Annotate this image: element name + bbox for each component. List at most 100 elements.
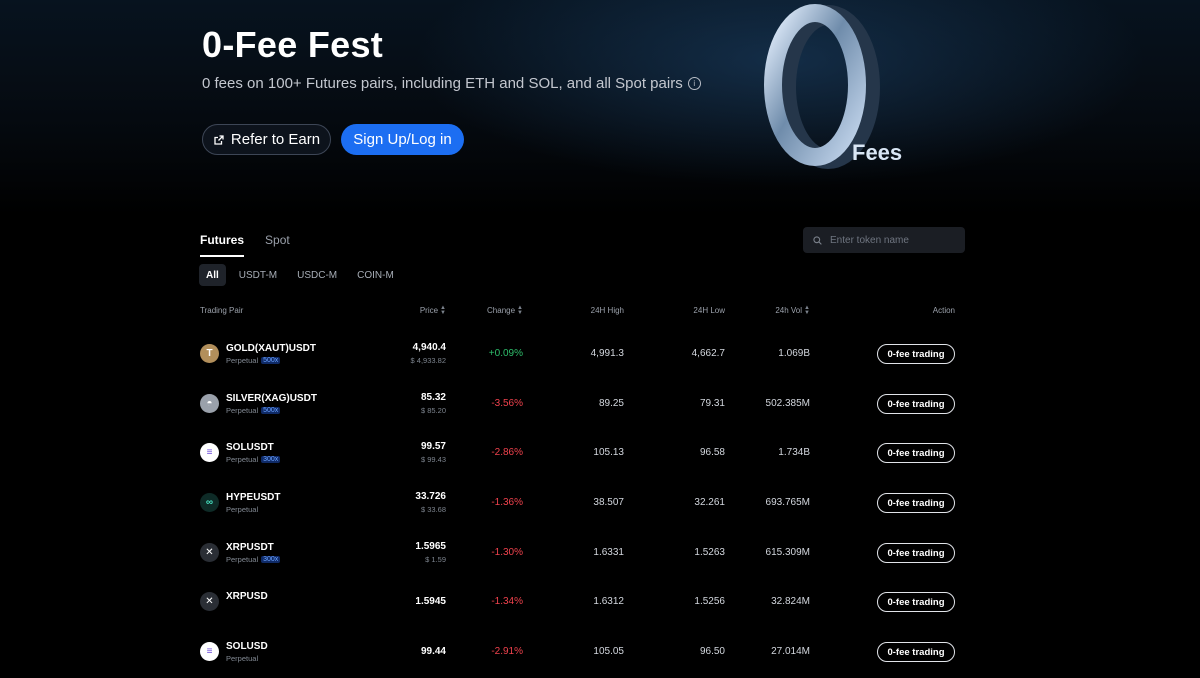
24h-high: 105.05 [593, 646, 624, 657]
column-header-price-label: Price [419, 306, 439, 316]
24h-high: 38.507 [593, 497, 624, 508]
table-row[interactable]: ✕ XRPUSD 1.5945 -1.34% 1.6312 1.5256 32.… [0, 578, 1200, 628]
price-usd: $ 1.59 [425, 555, 446, 564]
refer-to-earn-label: Refer to Earn [230, 131, 321, 148]
page-title: 0-Fee Fest [202, 24, 384, 65]
table-row[interactable]: T GOLD(XAUT)USDT Perpetual 500x 4,940.4 … [0, 330, 1200, 380]
fees-art-label: Fees [852, 140, 902, 165]
contract-type-label: Perpetual [226, 555, 259, 564]
leverage-badge: 500x [261, 357, 281, 364]
xrp-icon: ✕ [200, 592, 219, 611]
24h-high: 1.6331 [593, 547, 624, 558]
hero-subtitle: 0 fees on 100+ Futures pairs, including … [202, 75, 701, 92]
24h-low: 79.31 [699, 398, 725, 409]
24h-high: 1.6312 [593, 596, 624, 607]
filter-all[interactable]: All [199, 264, 226, 286]
pair-name: SOLUSDT [226, 442, 274, 453]
column-header-24h-high-label: 24H High [590, 306, 624, 315]
24h-volume: 615.309M [765, 547, 810, 558]
pair-name: XRPUSDT [226, 542, 274, 553]
24h-volume: 1.734B [778, 447, 810, 458]
price-usd: $ 99.43 [420, 455, 446, 464]
column-header-price[interactable]: Price ▲ ▼ [419, 305, 446, 316]
price-change: -2.91% [491, 646, 523, 657]
column-header-action: Action [933, 306, 955, 315]
refer-to-earn-button[interactable]: Refer to Earn [202, 124, 331, 155]
contract-filters: All USDT-M USDC-M COIN-M [199, 264, 401, 286]
column-header-action-label: Action [932, 306, 955, 315]
24h-volume: 693.765M [765, 497, 810, 508]
column-header-24h-vol[interactable]: 24h Vol ▲ ▼ [775, 305, 810, 316]
solana-icon: ≡ [200, 642, 219, 661]
zero-fee-trading-button[interactable]: 0-fee trading [877, 493, 955, 513]
price-change: -1.36% [491, 497, 523, 508]
xrp-icon: ✕ [200, 543, 219, 562]
zero-fee-trading-button[interactable]: 0-fee trading [877, 543, 955, 563]
table-row[interactable]: ≡ SOLUSD Perpetual 99.44 -2.91% 105.05 9… [0, 628, 1200, 678]
24h-volume: 502.385M [765, 398, 810, 409]
info-icon[interactable]: i [687, 77, 701, 90]
table-row[interactable]: ≡ SOLUSDT Perpetual 300x 99.57 $ 99.43 -… [0, 429, 1200, 479]
24h-low: 32.261 [694, 497, 725, 508]
table-row[interactable]: ∞ HYPEUSDT Perpetual 33.726 $ 33.68 -1.3… [0, 479, 1200, 529]
24h-high: 4,991.3 [590, 348, 624, 359]
zero-fee-trading-button[interactable]: 0-fee trading [877, 394, 955, 414]
table-row[interactable]: ◓ SILVER(XAG)USDT Perpetual 500x 85.32 $… [0, 380, 1200, 430]
contract-type: Perpetual 500x [226, 356, 281, 365]
hero-banner [0, 0, 1200, 215]
zero-fee-trading-button[interactable]: 0-fee trading [877, 592, 955, 612]
pair-name: SOLUSD [226, 641, 268, 652]
pair-name: GOLD(XAUT)USDT [226, 343, 316, 354]
24h-low: 96.50 [699, 646, 725, 657]
last-price: 33.726 [415, 491, 446, 502]
gold-token-icon: T [200, 344, 219, 363]
column-header-change[interactable]: Change ▲ ▼ [487, 305, 523, 316]
search-icon [813, 235, 822, 245]
sort-icon: ▲ ▼ [804, 305, 810, 316]
price-usd: $ 33.68 [420, 505, 446, 514]
contract-type-label: Perpetual [226, 505, 259, 514]
24h-low: 96.58 [699, 447, 725, 458]
table-row[interactable]: ✕ XRPUSDT Perpetual 300x 1.5965 $ 1.59 -… [0, 529, 1200, 579]
search-input[interactable] [828, 233, 962, 247]
sort-icon: ▲ ▼ [440, 305, 446, 316]
price-change: +0.09% [488, 348, 523, 359]
tab-spot[interactable]: Spot [265, 233, 290, 257]
leverage-badge: 500x [261, 407, 281, 414]
contract-type-label: Perpetual [226, 455, 259, 464]
tab-futures[interactable]: Futures [200, 233, 245, 257]
column-header-24h-low: 24H Low [693, 306, 725, 315]
zero-fee-trading-button[interactable]: 0-fee trading [877, 642, 955, 662]
token-search[interactable] [803, 227, 965, 253]
zero-fee-trading-button[interactable]: 0-fee trading [877, 443, 955, 463]
price-usd: $ 4,933.82 [410, 356, 446, 365]
24h-low: 1.5256 [694, 596, 725, 607]
24h-low: 4,662.7 [691, 348, 725, 359]
zero-fee-trading-button[interactable]: 0-fee trading [877, 344, 955, 364]
leverage-badge: 300x [261, 556, 281, 563]
column-header-pair-label: Trading Pair [200, 306, 244, 315]
pair-name: SILVER(XAG)USDT [226, 393, 317, 404]
price-usd: $ 85.20 [420, 406, 446, 415]
last-price: 99.44 [420, 646, 446, 657]
leverage-badge: 300x [261, 456, 281, 463]
contract-type-label: Perpetual [226, 406, 259, 415]
silver-token-icon: ◓ [200, 394, 219, 413]
contract-type: Perpetual 300x [226, 555, 281, 564]
sign-up-login-button[interactable]: Sign Up/Log in [341, 124, 464, 155]
24h-volume: 32.824M [771, 596, 810, 607]
filter-coin-m[interactable]: COIN-M [350, 264, 401, 286]
hero-subtitle-text: 0 fees on 100+ Futures pairs, including … [202, 75, 683, 92]
24h-high: 105.13 [593, 447, 624, 458]
column-header-24h-high: 24H High [591, 306, 624, 315]
filter-usdt-m[interactable]: USDT-M [232, 264, 284, 286]
column-header-24h-vol-label: 24h Vol [775, 306, 803, 316]
price-change: -1.34% [491, 596, 523, 607]
contract-type: Perpetual 500x [226, 406, 281, 415]
price-change: -2.86% [491, 447, 523, 458]
filter-usdc-m[interactable]: USDC-M [290, 264, 344, 286]
contract-type-label: Perpetual [226, 356, 259, 365]
contract-type: Perpetual 300x [226, 455, 281, 464]
24h-high: 89.25 [598, 398, 624, 409]
pair-name: XRPUSD [226, 591, 268, 602]
